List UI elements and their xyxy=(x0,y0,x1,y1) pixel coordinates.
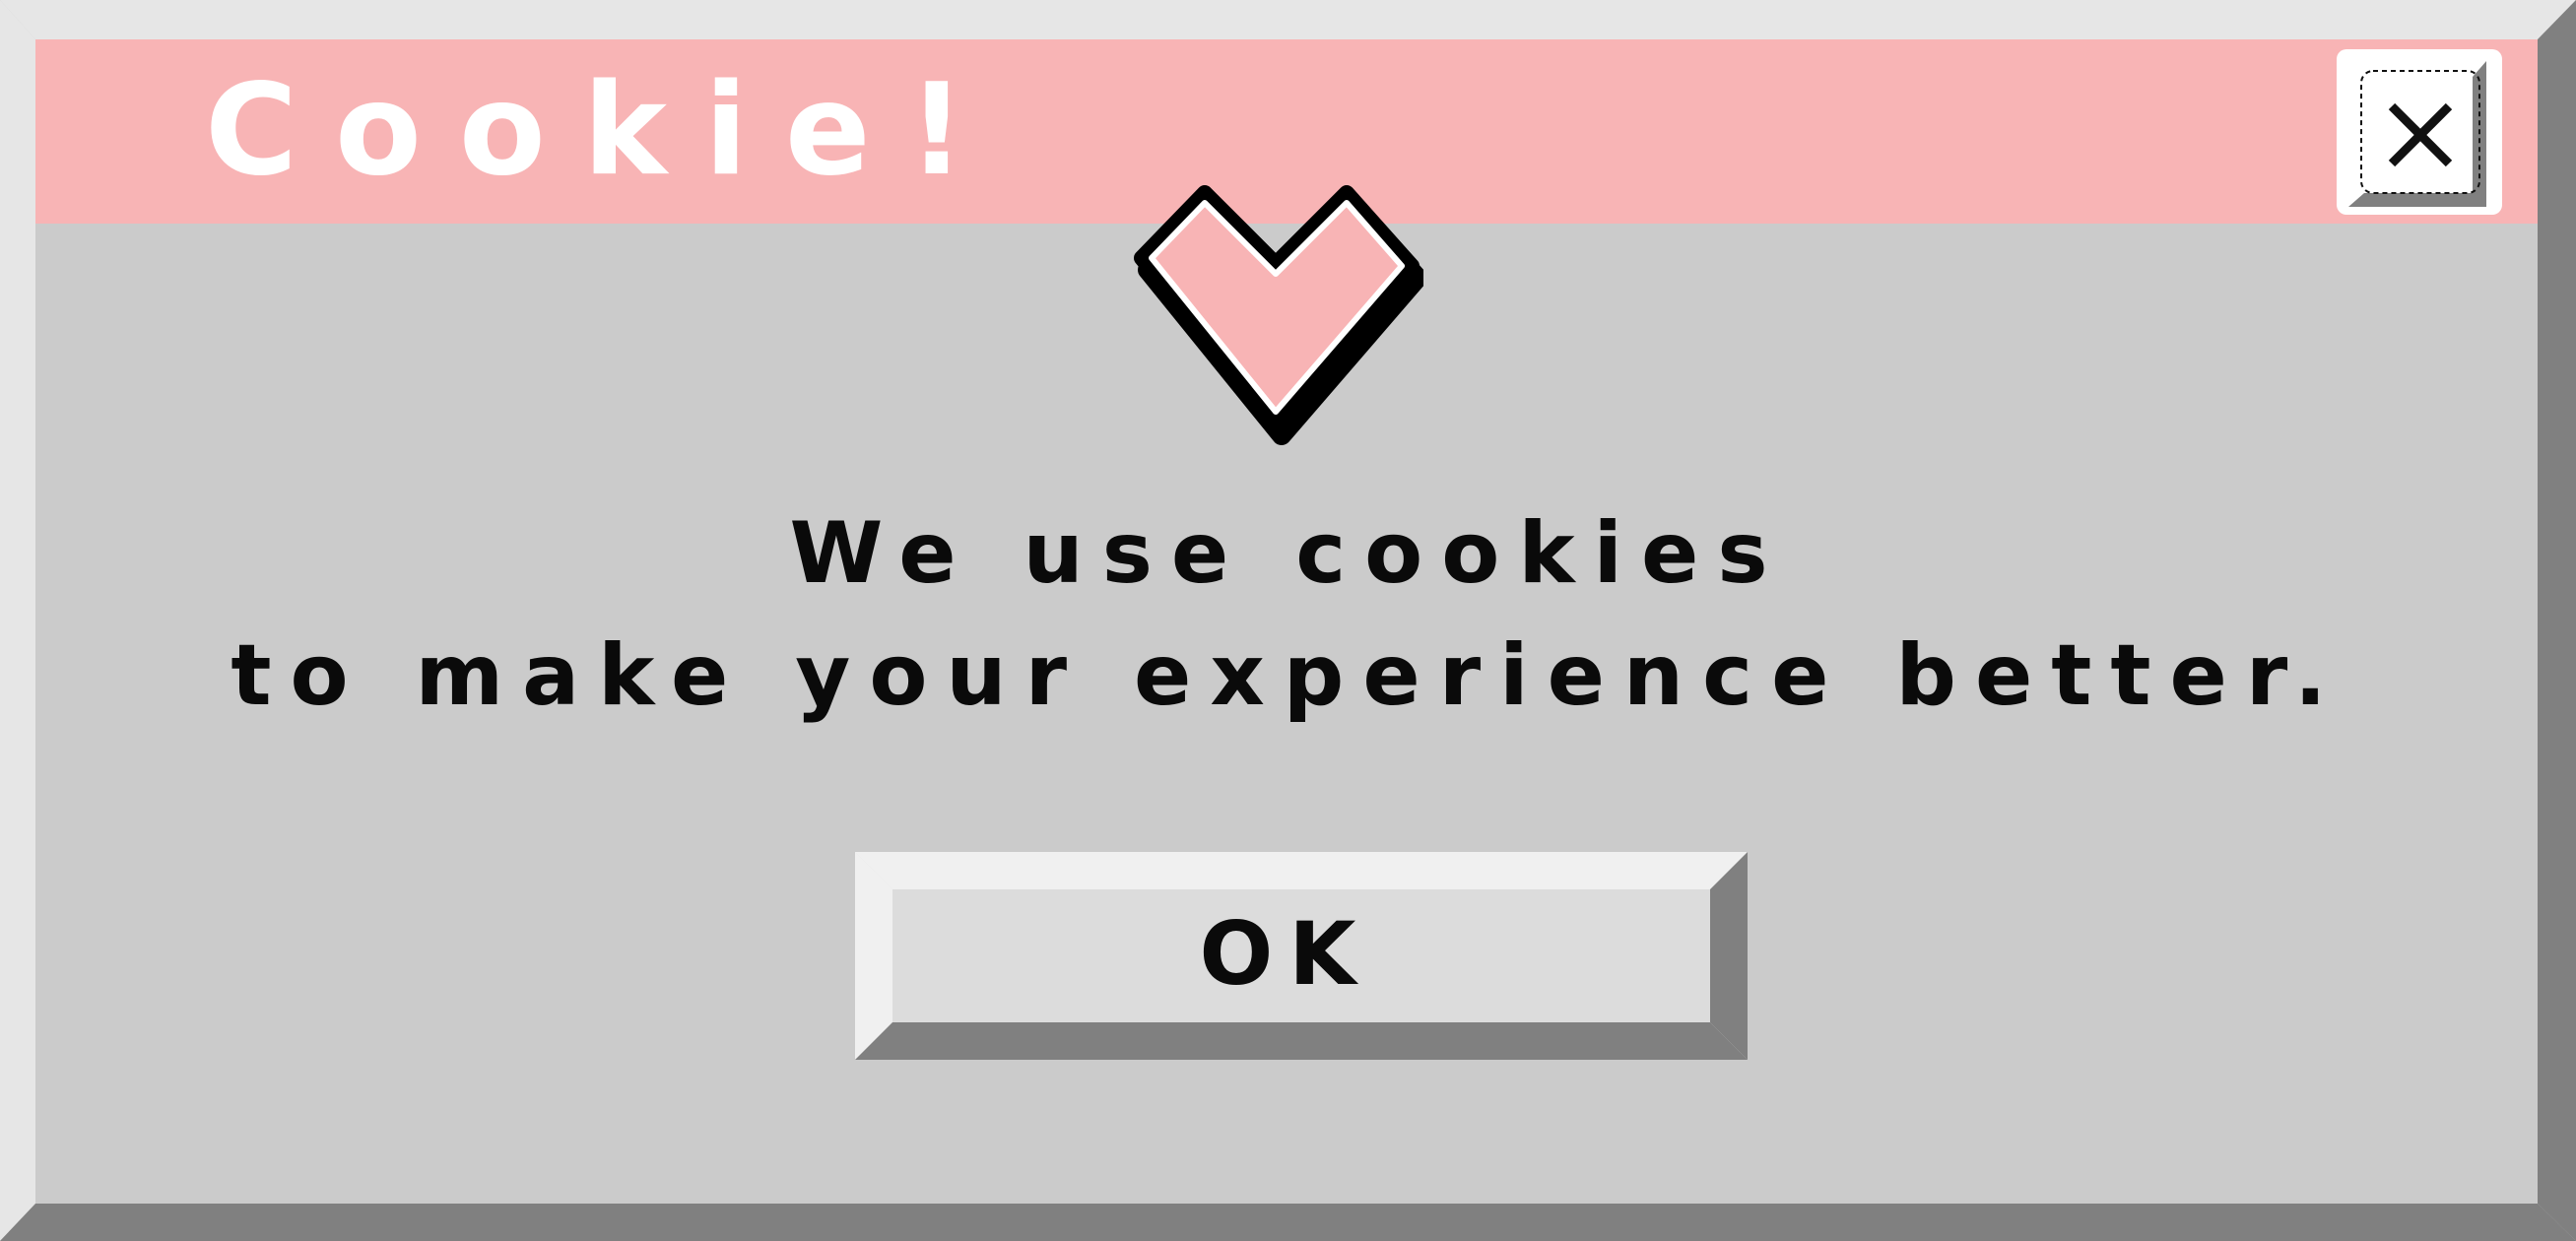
dialog-title: Cookie! xyxy=(205,57,1003,204)
close-icon xyxy=(2348,61,2486,207)
ok-button[interactable]: OK xyxy=(855,852,1748,1060)
cookie-message: We use cookies to make your experience b… xyxy=(0,492,2576,737)
ok-button-label: OK xyxy=(1199,903,1372,1005)
message-line-1: We use cookies xyxy=(789,504,1787,603)
heart-icon xyxy=(1134,185,1423,445)
cookie-dialog: Cookie! We use cookies to make your expe… xyxy=(0,0,2576,1241)
message-line-2: to make your experience better. xyxy=(231,626,2345,725)
close-button[interactable] xyxy=(2337,49,2502,215)
